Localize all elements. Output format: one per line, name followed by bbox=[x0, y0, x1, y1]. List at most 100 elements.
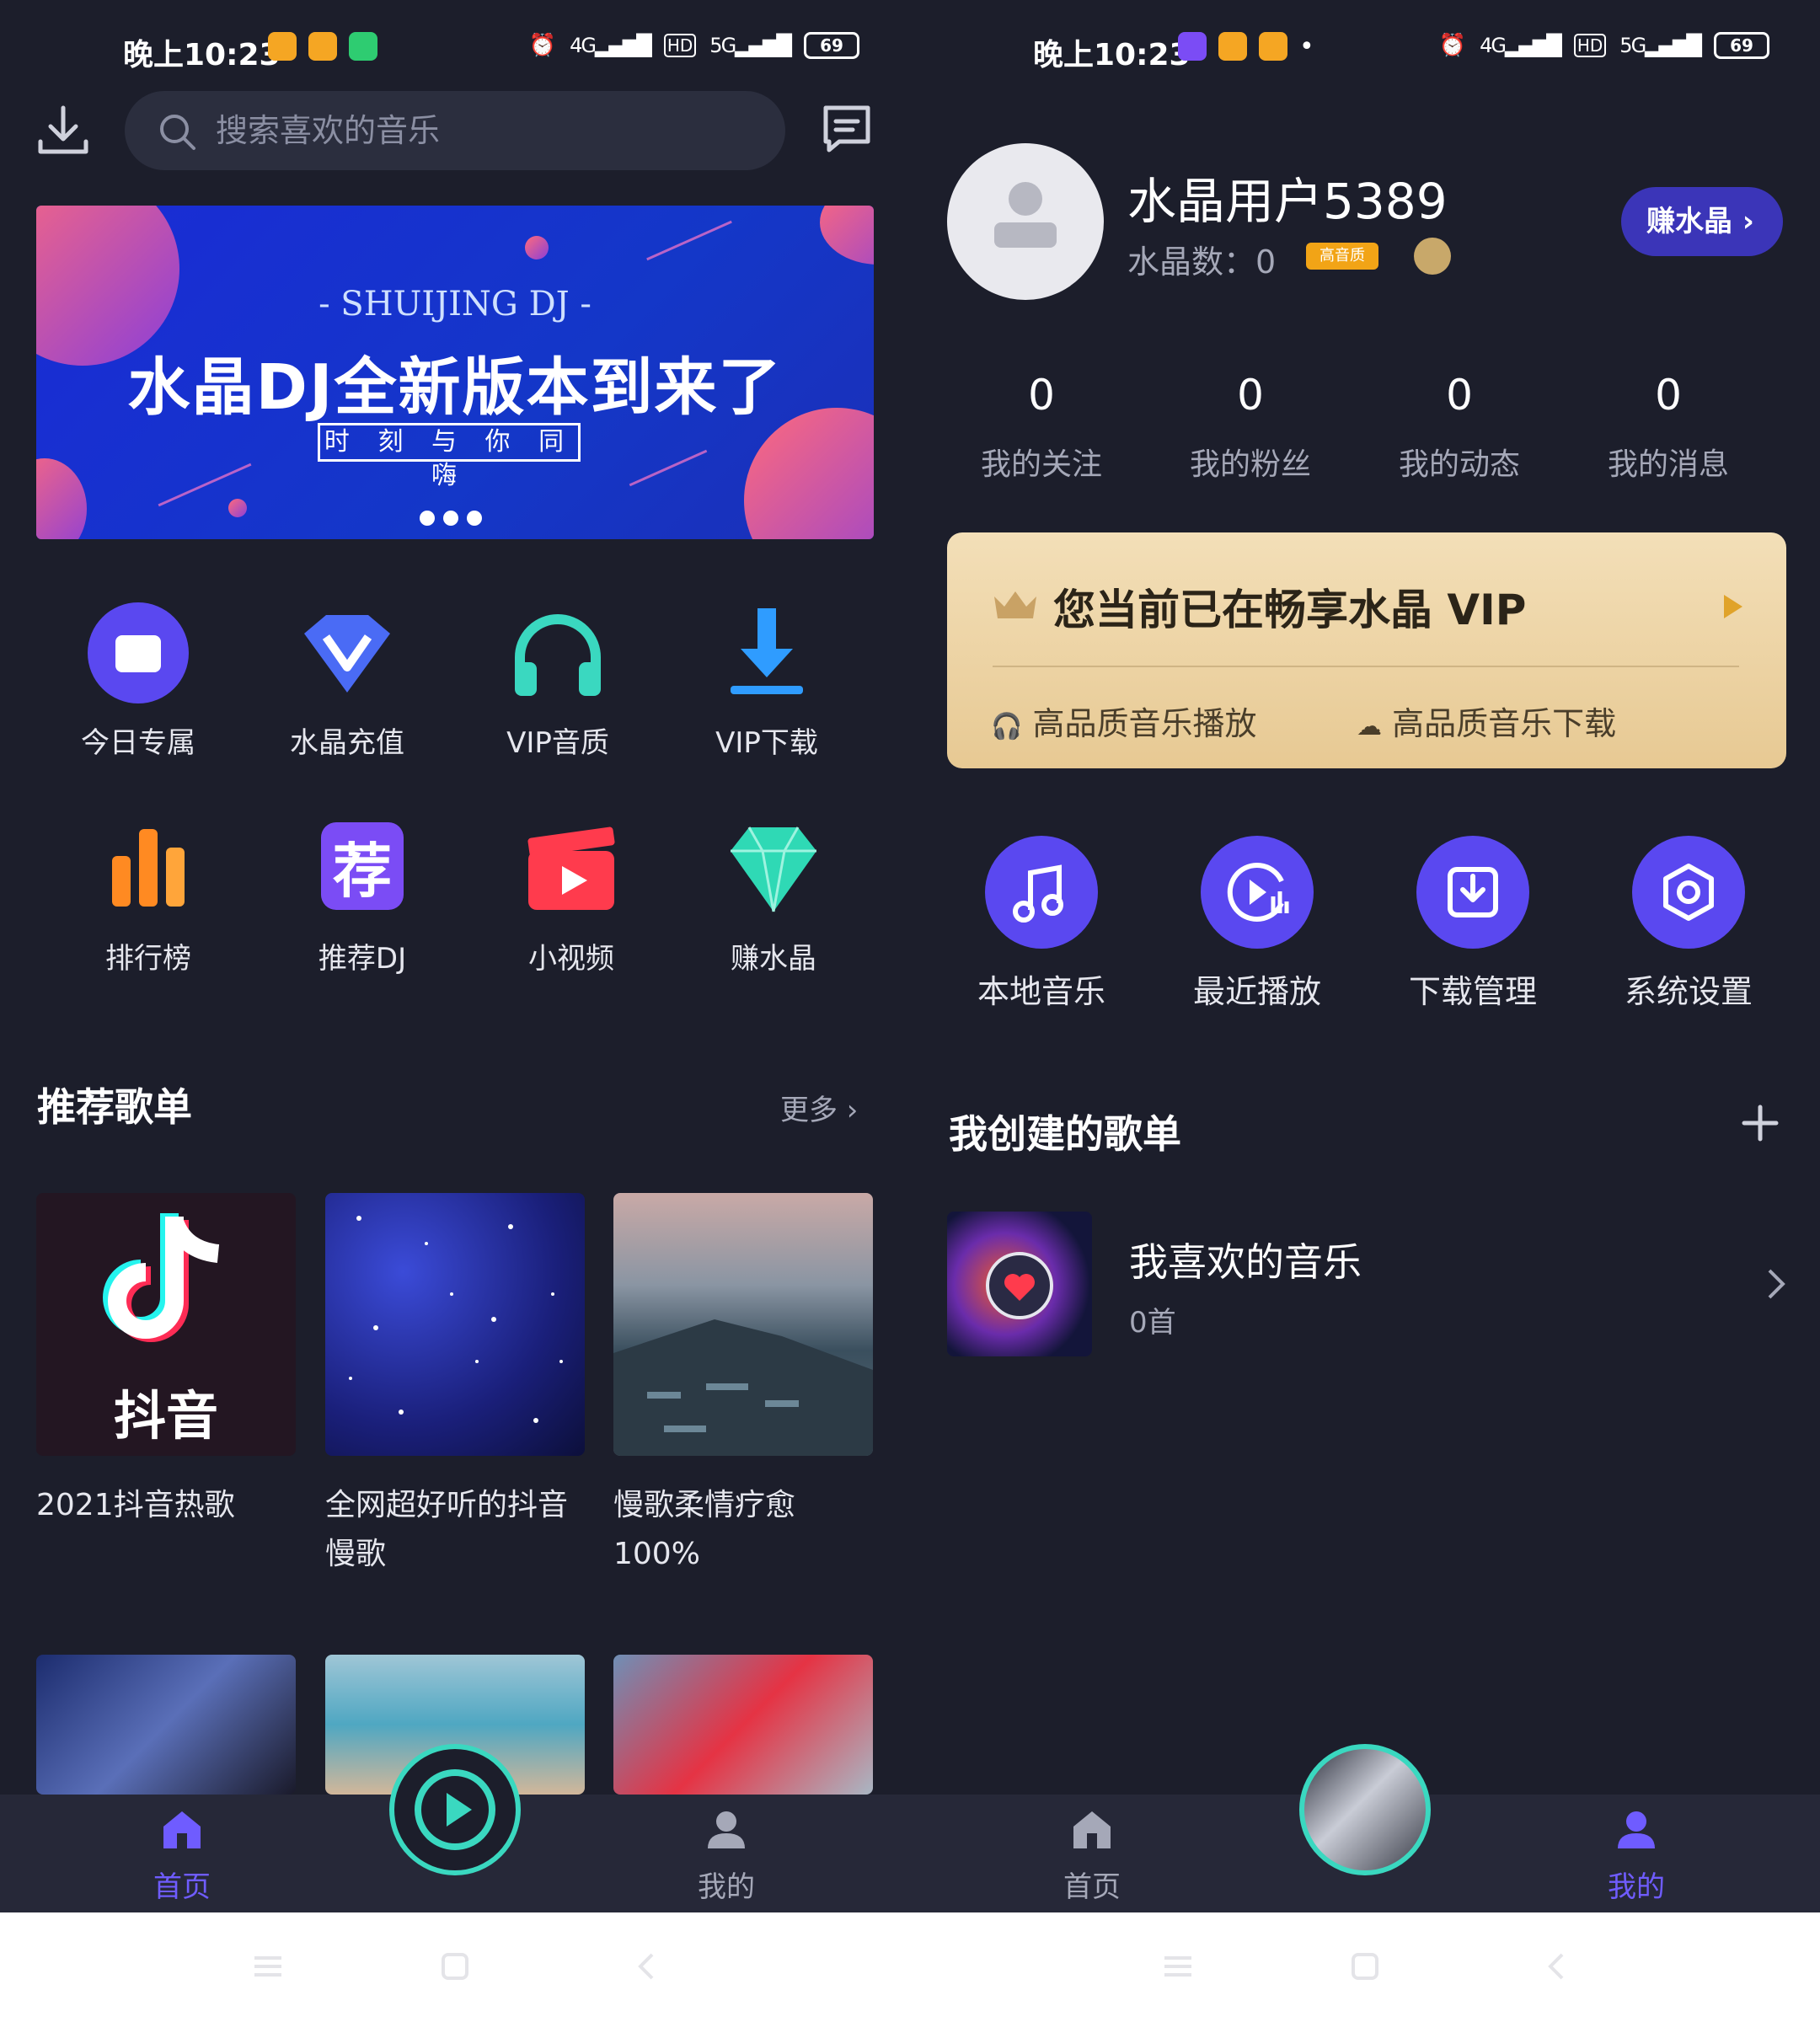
playlist-title[interactable]: 2021抖音热歌 bbox=[36, 1481, 306, 1530]
bar-chart-icon bbox=[112, 829, 185, 907]
signal-5g-icon: 5G▂▄▆█ bbox=[1619, 34, 1702, 57]
banner-pager[interactable] bbox=[420, 511, 482, 526]
grid-today[interactable]: 今日专属 bbox=[54, 598, 222, 761]
banner-decor bbox=[744, 408, 874, 539]
back-icon[interactable] bbox=[630, 1950, 664, 1983]
arrow-right-icon bbox=[1724, 595, 1742, 618]
grid-short-video[interactable]: 小视频 bbox=[487, 814, 656, 976]
stars-artwork bbox=[349, 1216, 563, 1423]
more-notifications-dot: • bbox=[1299, 32, 1314, 62]
player-button[interactable] bbox=[1299, 1744, 1431, 1875]
nav-home[interactable]: 首页 bbox=[115, 1806, 249, 1905]
player-button[interactable] bbox=[389, 1744, 521, 1875]
playlist-cover[interactable] bbox=[325, 1193, 585, 1456]
stat-posts[interactable]: 0 我的动态 bbox=[1384, 371, 1535, 484]
playlist-cover[interactable] bbox=[613, 1193, 873, 1456]
profile-screen: 晚上10:23 • ⏰ 4G▂▄▆█ HD 5G▂▄▆█ 69 水晶用户5389 bbox=[910, 0, 1820, 1912]
status-bar: 晚上10:23 • ⏰ 4G▂▄▆█ HD 5G▂▄▆█ 69 bbox=[910, 25, 1820, 76]
nav-mine[interactable]: 我的 bbox=[1569, 1806, 1704, 1905]
nav-mine[interactable]: 我的 bbox=[659, 1806, 794, 1905]
more-link[interactable]: 更多 › bbox=[780, 1087, 858, 1128]
cloud-download-icon: ☁ bbox=[1357, 712, 1382, 741]
stat-following[interactable]: 0 我的关注 bbox=[966, 371, 1117, 484]
playlist-name[interactable]: 我喜欢的音乐 bbox=[1129, 1232, 1362, 1287]
stat-fans[interactable]: 0 我的粉丝 bbox=[1175, 371, 1326, 484]
crystal-count: 水晶数：0 bbox=[1127, 243, 1277, 281]
notification-icon bbox=[308, 32, 337, 61]
avatar[interactable] bbox=[947, 143, 1104, 300]
nav-home[interactable]: 首页 bbox=[1025, 1806, 1159, 1905]
banner-decor bbox=[36, 458, 87, 539]
search-bar[interactable] bbox=[125, 91, 785, 170]
clapper-icon bbox=[527, 826, 615, 910]
playlist-title[interactable]: 慢歌柔情疗愈 100% bbox=[613, 1481, 883, 1579]
playlist-title[interactable]: 全网超好听的抖音 慢歌 bbox=[325, 1481, 595, 1579]
vip-feature-download: ☁ 高品质音乐下载 bbox=[1357, 705, 1617, 742]
banner-title: 水晶DJ全新版本到来了 bbox=[127, 351, 783, 424]
menu-icon[interactable] bbox=[251, 1950, 285, 1983]
grid-recommend-dj[interactable]: 荐 推荐DJ bbox=[278, 814, 447, 976]
user-icon bbox=[708, 1811, 745, 1848]
signal-4g-icon: 4G▂▄▆█ bbox=[1480, 34, 1562, 57]
grid-vip-download[interactable]: VIP下载 bbox=[682, 598, 851, 761]
message-icon[interactable] bbox=[819, 101, 875, 157]
banner-decor bbox=[820, 206, 874, 265]
tool-settings[interactable]: 系统设置 bbox=[1604, 836, 1773, 1012]
user-icon bbox=[994, 182, 1057, 248]
diamond-v-icon bbox=[304, 615, 390, 693]
playlist-cover[interactable]: 抖音 bbox=[36, 1193, 296, 1456]
status-bar: 晚上10:23 ⏰ 4G▂▄▆█ HD 5G▂▄▆█ 69 bbox=[0, 25, 910, 76]
signal-4g-icon: 4G▂▄▆█ bbox=[570, 34, 652, 57]
tool-recent-play[interactable]: 最近播放 bbox=[1173, 836, 1341, 1012]
search-input[interactable] bbox=[216, 91, 755, 170]
battery-icon: 69 bbox=[1714, 32, 1769, 59]
chevron-right-icon[interactable] bbox=[1764, 1265, 1790, 1303]
grid-recharge[interactable]: 水晶充值 bbox=[263, 598, 431, 761]
playlist-cover[interactable] bbox=[613, 1655, 873, 1795]
notification-icons: • bbox=[1178, 32, 1314, 62]
playlist-cover[interactable] bbox=[947, 1212, 1092, 1356]
recent-play-icon bbox=[1227, 863, 1289, 922]
playlist-cover[interactable] bbox=[36, 1655, 296, 1795]
home-square-icon[interactable] bbox=[438, 1950, 472, 1983]
search-icon bbox=[160, 115, 195, 150]
notification-icon bbox=[268, 32, 297, 61]
vip-card[interactable]: 您当前已在畅享水晶 VIP 🎧 高品质音乐播放 ☁ 高品质音乐下载 bbox=[947, 532, 1786, 768]
tool-local-music[interactable]: 本地音乐 bbox=[957, 836, 1126, 1012]
recommend-icon: 荐 bbox=[321, 822, 404, 910]
pager-dot[interactable] bbox=[420, 511, 435, 526]
signal-5g-icon: 5G▂▄▆█ bbox=[709, 34, 792, 57]
home-icon bbox=[163, 1811, 201, 1848]
alarm-icon: ⏰ bbox=[1438, 33, 1467, 58]
grid-earn-crystal[interactable]: 赚水晶 bbox=[689, 814, 858, 976]
home-icon bbox=[1073, 1811, 1111, 1848]
music-note-icon bbox=[1013, 864, 1063, 923]
add-playlist-icon[interactable] bbox=[1741, 1104, 1780, 1142]
download-icon[interactable] bbox=[34, 101, 93, 160]
crown-badge-icon bbox=[1414, 238, 1451, 275]
vip-title: 您当前已在畅享水晶 VIP bbox=[1053, 586, 1527, 634]
system-nav-bar bbox=[0, 1912, 1820, 2022]
cover-text: 抖音 bbox=[113, 1385, 218, 1447]
battery-icon: 69 bbox=[804, 32, 859, 59]
banner-decor bbox=[525, 236, 549, 259]
pager-dot[interactable] bbox=[467, 511, 482, 526]
gear-icon bbox=[1663, 864, 1714, 921]
grid-vip-quality[interactable]: VIP音质 bbox=[474, 598, 642, 761]
playlist-count: 0首 bbox=[1129, 1306, 1176, 1340]
promo-banner[interactable]: - SHUIJING DJ - 水晶DJ全新版本到来了 时 刻 与 你 同 嗨 bbox=[36, 206, 874, 539]
earn-crystal-button[interactable]: 赚水晶 › bbox=[1621, 187, 1783, 256]
system-icons: ⏰ 4G▂▄▆█ HD 5G▂▄▆█ 69 bbox=[529, 32, 859, 59]
notification-icon bbox=[1218, 32, 1247, 61]
home-square-icon[interactable] bbox=[1348, 1950, 1382, 1983]
status-time: 晚上10:23 bbox=[1033, 38, 1191, 72]
grid-ranking[interactable]: 排行榜 bbox=[64, 814, 233, 976]
bottom-nav: 首页 我的 bbox=[910, 1744, 1820, 1912]
shield-notification-icon bbox=[349, 32, 377, 61]
stat-messages[interactable]: 0 我的消息 bbox=[1592, 371, 1744, 484]
tool-download-manager[interactable]: 下载管理 bbox=[1389, 836, 1557, 1012]
back-icon[interactable] bbox=[1540, 1950, 1574, 1983]
pager-dot[interactable] bbox=[443, 511, 458, 526]
menu-icon[interactable] bbox=[1161, 1950, 1195, 1983]
bottom-nav: 首页 我的 bbox=[0, 1744, 910, 1912]
